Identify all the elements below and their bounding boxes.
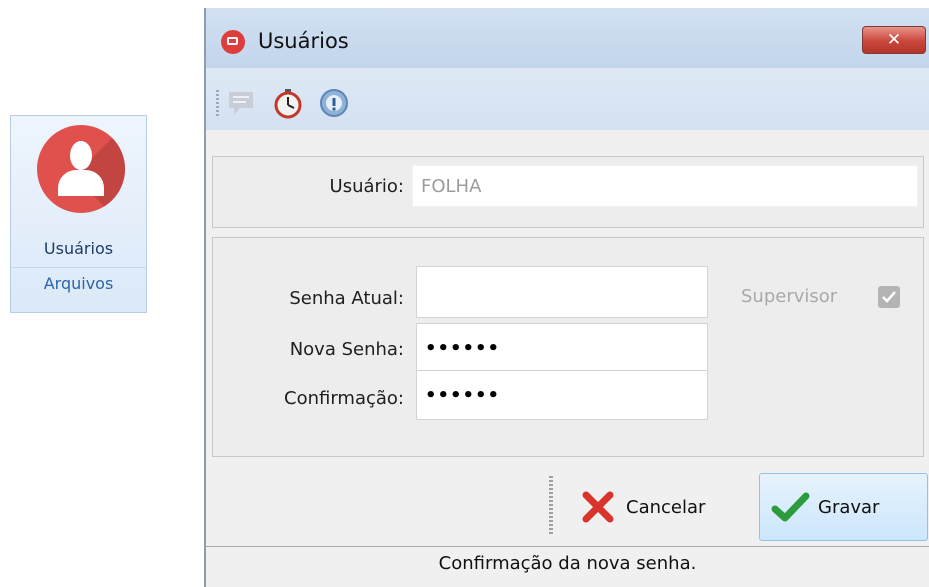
ribbon-button-usuarios[interactable]: Usuários Arquivos [10,115,147,313]
user-field: FOLHA [412,165,918,207]
usuarios-dialog: Usuários ✕ Usuário: FOLHA Senha Atual: N… [204,8,929,587]
window-title: Usuários [258,29,349,53]
new-password-input[interactable]: •••••• [416,323,708,373]
ribbon-divider [11,267,146,268]
cancel-button[interactable]: Cancelar [568,473,752,541]
cancel-button-label: Cancelar [626,496,706,518]
current-password-input[interactable] [416,266,708,318]
user-icon [37,125,125,213]
toolbar-grip[interactable] [216,90,219,118]
button-bar-grip [549,476,553,534]
ribbon-button-label: Usuários [43,239,114,258]
close-button[interactable]: ✕ [862,26,926,54]
supervisor-checkbox[interactable] [878,286,900,308]
ribbon-group-label: Arquivos [43,274,114,293]
cross-icon [582,491,614,523]
status-bar: Confirmação da nova senha. [206,546,929,587]
app-icon [221,30,245,54]
new-password-label: Nova Senha: [289,339,404,360]
confirm-password-label: Confirmação: [284,388,404,409]
confirm-password-input[interactable]: •••••• [416,370,708,420]
info-icon[interactable] [318,87,350,119]
user-label: Usuário: [329,176,404,197]
chat-icon[interactable] [226,87,258,119]
supervisor-label: Supervisor [741,286,838,307]
stopwatch-icon[interactable] [272,87,304,119]
checkmark-icon [771,492,810,522]
save-button-label: Gravar [818,496,880,518]
current-password-label: Senha Atual: [289,288,404,309]
checkmark-icon [882,291,896,303]
toolbar [206,68,929,130]
save-button[interactable]: Gravar [759,473,928,541]
title-bar: Usuários ✕ [206,8,929,68]
